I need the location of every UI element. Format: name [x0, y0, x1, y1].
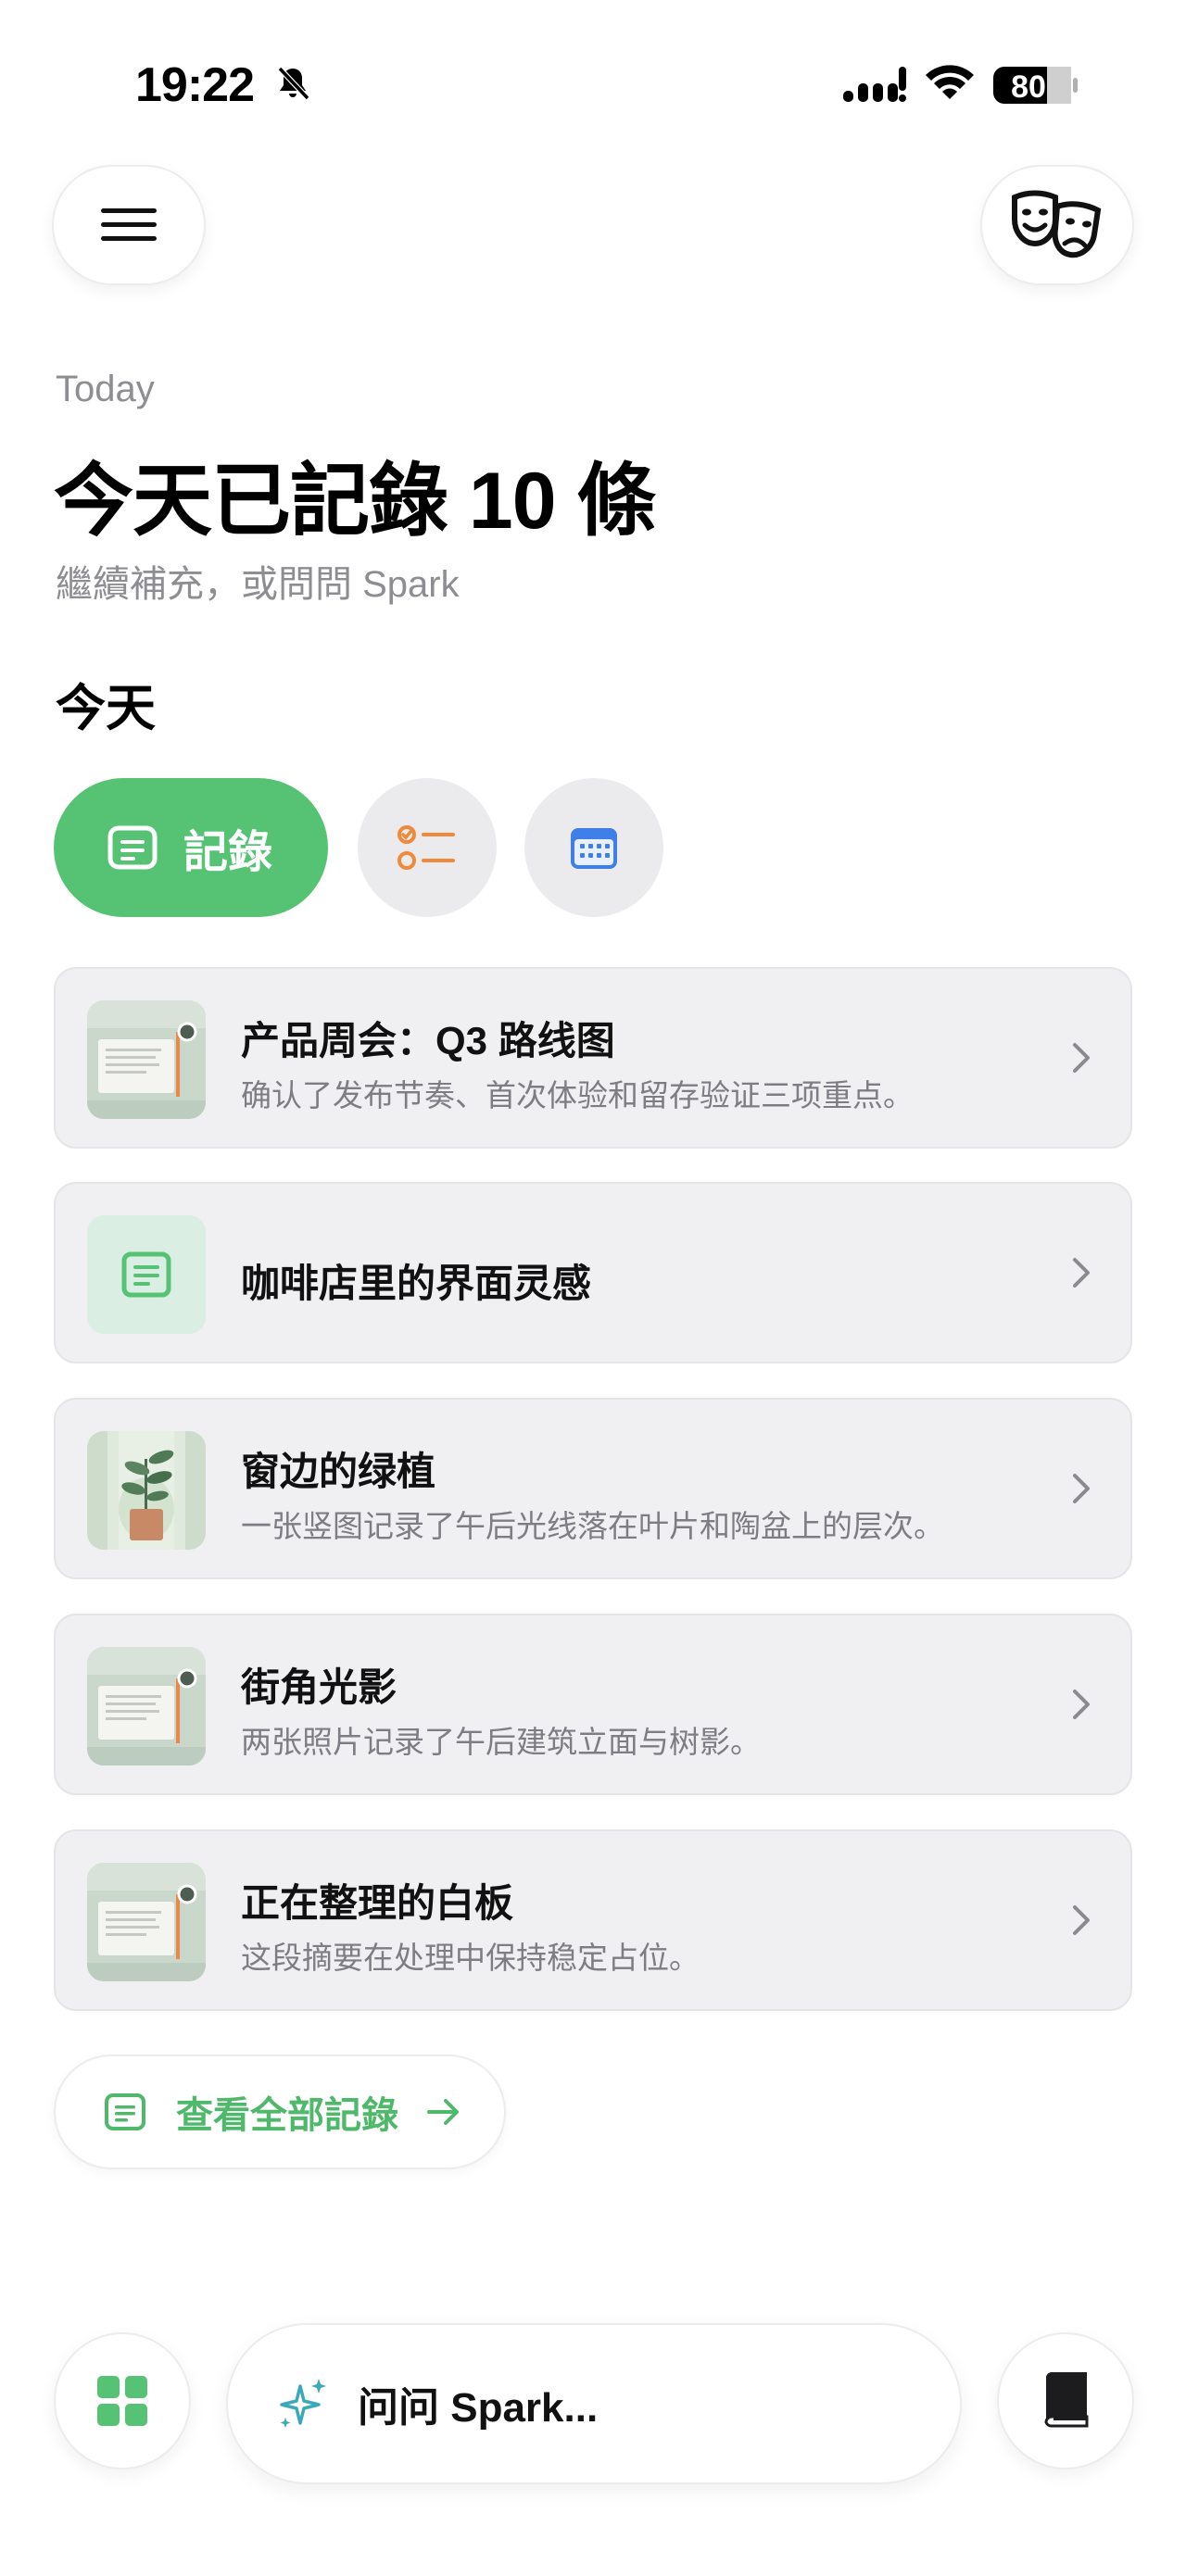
view-all-label: 查看全部記錄: [176, 2095, 398, 2136]
sparkle-icon: [280, 2379, 326, 2428]
note-icon: [105, 2093, 145, 2130]
record-title: 产品周会：Q3 路线图: [241, 1019, 615, 1062]
chevron-right-icon: [1073, 1905, 1090, 1935]
note-icon: [107, 825, 158, 870]
record-thumbnail: [87, 1863, 206, 1981]
status-time: 19:22: [135, 58, 255, 112]
book-icon: [1044, 2372, 1089, 2428]
whiteboard-thumbnail-icon: [87, 1863, 206, 1981]
menu-icon: [101, 208, 157, 241]
apps-button[interactable]: [54, 2332, 191, 2469]
record-thumbnail: [87, 1431, 206, 1550]
note-thumbnail-icon: [121, 1251, 171, 1298]
section-title: 今天: [56, 681, 156, 736]
filter-records-chip[interactable]: 記錄: [54, 778, 328, 917]
bell-slash-icon: [277, 66, 310, 101]
chevron-right-icon: [1073, 1258, 1090, 1288]
filter-todo-chip[interactable]: [358, 778, 497, 917]
record-description: 一张竖图记录了午后光线落在叶片和陶盆上的层次。: [241, 1509, 944, 1543]
battery-icon: 80: [993, 67, 1078, 105]
date-eyebrow: Today: [56, 369, 155, 409]
library-button[interactable]: [997, 2332, 1134, 2469]
persona-button[interactable]: [980, 165, 1134, 285]
record-card[interactable]: 街角光影 两张照片记录了午后建筑立面与树影。: [54, 1614, 1132, 1795]
page-title: 今天已記錄 10 條: [54, 457, 656, 546]
theater-masks-icon: [1012, 190, 1102, 258]
record-card[interactable]: 窗边的绿植 一张竖图记录了午后光线落在叶片和陶盆上的层次。: [54, 1398, 1132, 1579]
calendar-icon: [571, 828, 617, 869]
ask-spark-placeholder: 问问 Spark...: [358, 2385, 599, 2431]
whiteboard-thumbnail-icon: [87, 1647, 206, 1766]
record-title: 咖啡店里的界面灵感: [241, 1262, 592, 1305]
signal-icon: [843, 67, 906, 102]
battery-percent: 80: [1011, 69, 1046, 105]
record-description: 确认了发布节奏、首次体验和留存验证三项重点。: [241, 1078, 914, 1112]
wifi-icon: [926, 65, 974, 99]
chevron-right-icon: [1073, 1474, 1090, 1503]
chevron-right-icon: [1073, 1690, 1090, 1719]
record-title: 街角光影: [241, 1665, 397, 1709]
apps-grid-icon: [97, 2376, 147, 2426]
record-card[interactable]: 咖啡店里的界面灵感: [54, 1182, 1132, 1363]
checklist-icon: [397, 825, 455, 870]
filter-calendar-chip[interactable]: [524, 778, 663, 917]
whiteboard-thumbnail-icon: [87, 1000, 206, 1119]
record-description: 这段摘要在处理中保持稳定占位。: [241, 1941, 700, 1975]
record-title: 窗边的绿植: [241, 1450, 436, 1493]
status-bar: 19:22 80: [0, 56, 1186, 120]
page-subtitle: 繼續補充，或問問 Spark: [56, 564, 460, 605]
record-card[interactable]: 产品周会：Q3 路线图 确认了发布节奏、首次体验和留存验证三项重点。: [54, 967, 1132, 1149]
record-thumbnail: [87, 1000, 206, 1119]
record-thumbnail: [87, 1647, 206, 1766]
ask-spark-input[interactable]: 问问 Spark...: [226, 2323, 962, 2484]
record-card[interactable]: 正在整理的白板 这段摘要在处理中保持稳定占位。: [54, 1829, 1132, 2011]
arrow-right-icon: [427, 2099, 459, 2125]
menu-button[interactable]: [52, 165, 206, 285]
chevron-right-icon: [1073, 1043, 1090, 1073]
filter-records-label: 記錄: [183, 828, 273, 877]
record-thumbnail: [87, 1215, 206, 1334]
record-title: 正在整理的白板: [241, 1881, 514, 1925]
record-description: 两张照片记录了午后建筑立面与树影。: [241, 1725, 761, 1759]
view-all-records-button[interactable]: 查看全部記錄: [54, 2055, 506, 2169]
plant-thumbnail-icon: [87, 1431, 206, 1550]
